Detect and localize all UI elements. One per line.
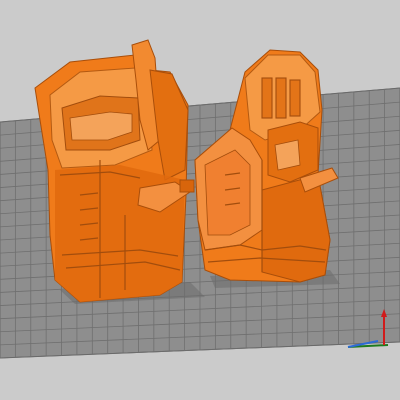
right-armor-piece[interactable] [194,49,339,283]
xyz-axis-icon [340,305,396,355]
3d-viewport[interactable] [0,0,400,400]
right-model-left-panel [204,149,251,236]
left-model-clip [179,179,195,193]
left-armor-piece[interactable] [34,39,195,303]
right-model-vents [261,77,301,119]
z-axis-arrowhead [381,309,387,317]
right-model-notch [274,139,301,171]
axis-gizmo-svg [347,309,389,348]
right-model-lower-face [261,174,331,283]
